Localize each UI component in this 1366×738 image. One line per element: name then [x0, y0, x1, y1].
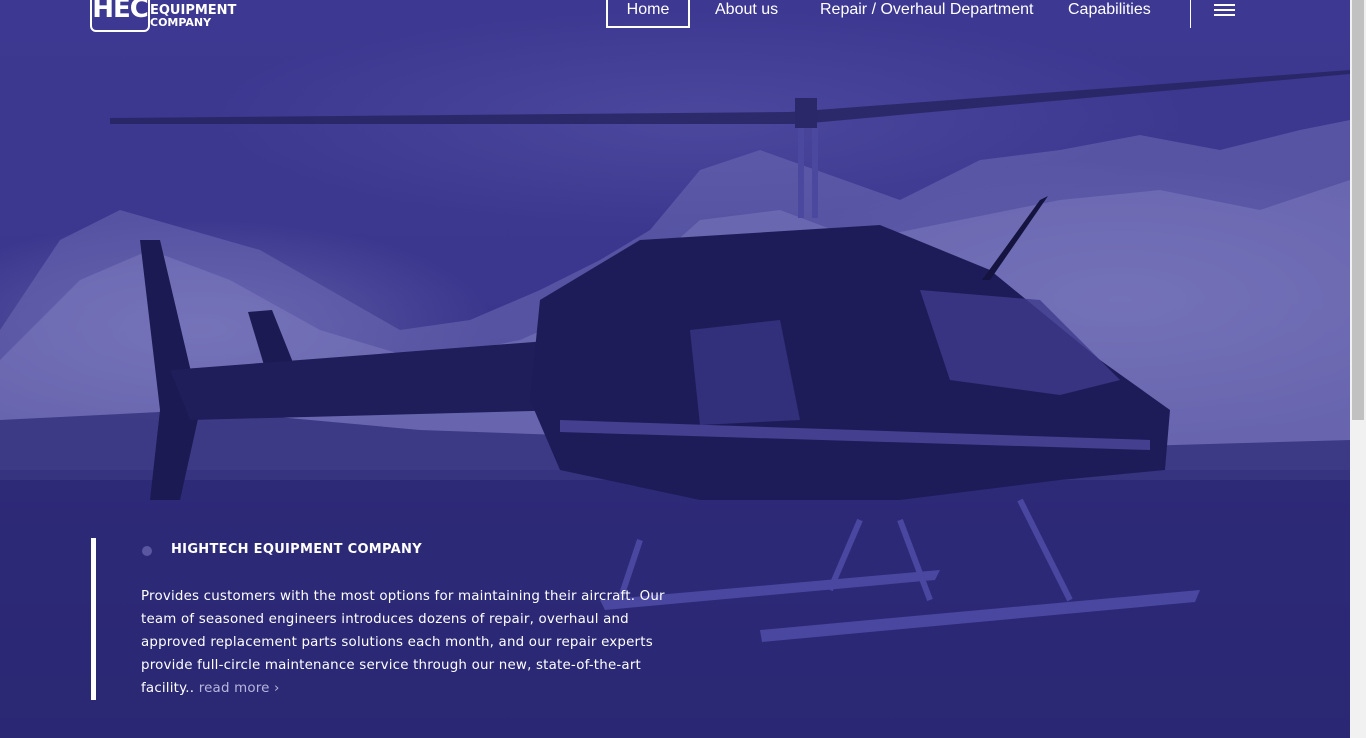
logo-mark: HEC — [90, 0, 150, 32]
hero-text: Provides customers with the most options… — [141, 589, 665, 696]
hero-description: Provides customers with the most options… — [141, 585, 691, 700]
circle-dot-icon — [142, 546, 152, 556]
company-logo[interactable]: HEC EQUIPMENT COMPANY — [90, 0, 240, 32]
nav-divider — [1190, 0, 1191, 28]
scrollbar-thumb[interactable] — [1352, 0, 1364, 420]
page-scrollbar[interactable] — [1350, 0, 1366, 738]
hamburger-menu-icon[interactable] — [1214, 4, 1235, 18]
hero-title: HIGHTECH EQUIPMENT COMPANY — [171, 542, 422, 557]
nav-about-us[interactable]: About us — [715, 0, 778, 20]
nav-home[interactable]: Home — [606, 0, 690, 28]
logo-line-2: COMPANY — [150, 16, 212, 29]
nav-capabilities[interactable]: Capabilities — [1068, 0, 1151, 20]
hero-caption: HIGHTECH EQUIPMENT COMPANY Provides cust… — [91, 538, 696, 700]
hero-banner: HEC EQUIPMENT COMPANY Home About us Repa… — [0, 0, 1350, 738]
nav-repair-overhaul[interactable]: Repair / Overhaul Department — [820, 0, 1033, 20]
read-more-link[interactable]: read more › — [199, 681, 280, 696]
